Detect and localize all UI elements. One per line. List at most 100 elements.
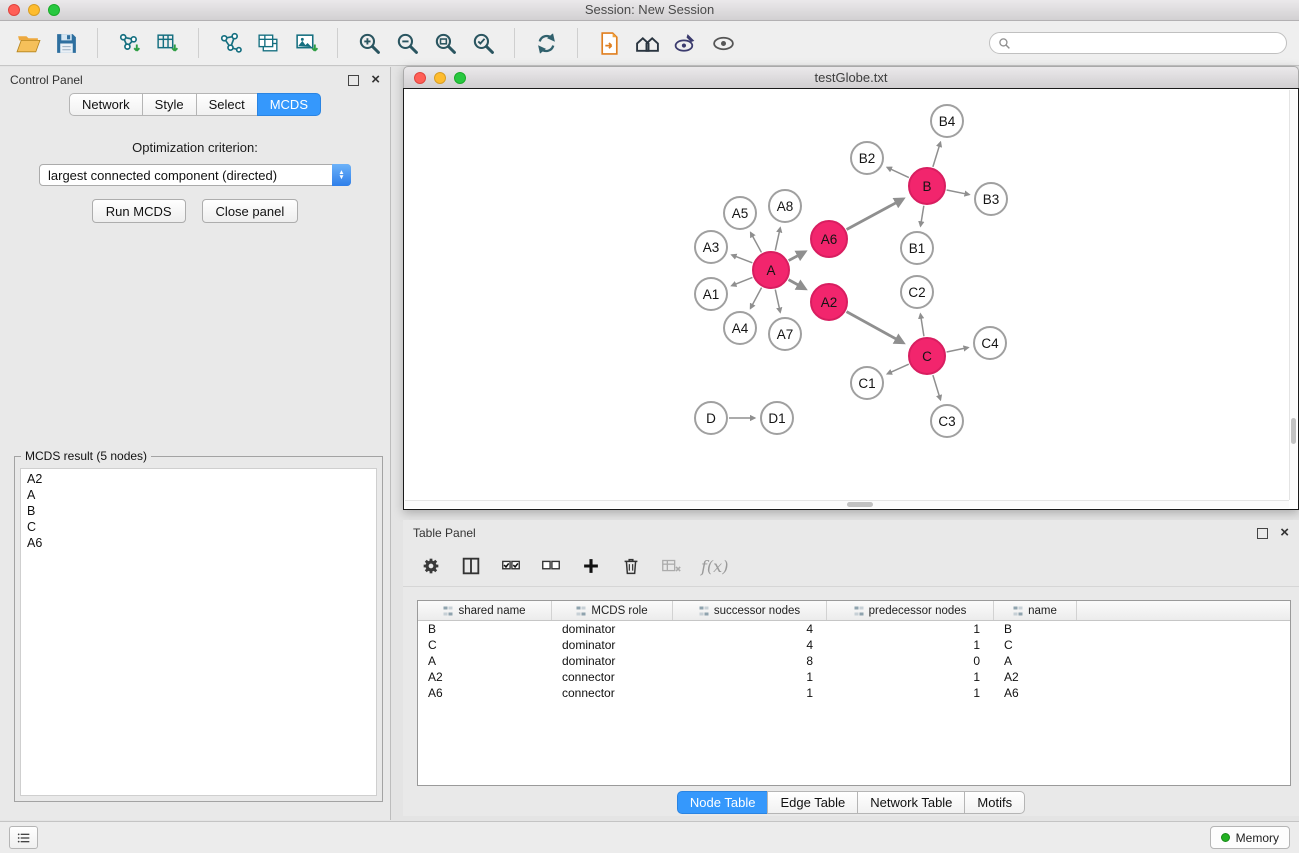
- graph-node-C4[interactable]: C4: [973, 326, 1007, 360]
- column-header-MCDS-role[interactable]: MCDS role: [552, 601, 673, 620]
- graph-node-A5[interactable]: A5: [723, 196, 757, 230]
- mcds-result-item[interactable]: A2: [21, 471, 376, 487]
- fx-icon[interactable]: f(x): [697, 552, 732, 580]
- graph-edge-B-B1[interactable]: [921, 206, 924, 226]
- import-table-icon[interactable]: [151, 27, 183, 59]
- zoom-selected-icon[interactable]: [467, 27, 499, 59]
- graph-node-B[interactable]: B: [908, 167, 946, 205]
- mcds-result-item[interactable]: B: [21, 503, 376, 519]
- graph-node-B1[interactable]: B1: [900, 231, 934, 265]
- graph-node-A6[interactable]: A6: [810, 220, 848, 258]
- graph-edge-A2-C[interactable]: [847, 312, 904, 343]
- table-row[interactable]: A6connector11A6: [418, 685, 1290, 701]
- refresh-icon[interactable]: [530, 27, 562, 59]
- tab-edge-table[interactable]: Edge Table: [767, 791, 858, 814]
- graph-node-A8[interactable]: A8: [768, 189, 802, 223]
- graph-edge-C-C1[interactable]: [887, 364, 908, 374]
- close-table-panel-icon[interactable]: ×: [1280, 528, 1289, 538]
- zoom-in-icon[interactable]: [353, 27, 385, 59]
- mcds-result-item[interactable]: A6: [21, 535, 376, 551]
- graph-edge-C-C2[interactable]: [920, 314, 923, 336]
- tab-mcds[interactable]: MCDS: [257, 93, 321, 116]
- criterion-dropdown[interactable]: largest connected component (directed) ▲…: [39, 164, 351, 186]
- column-header-name[interactable]: name: [994, 601, 1077, 620]
- network-window-titlebar[interactable]: testGlobe.txt: [403, 66, 1299, 88]
- add-row-icon[interactable]: [577, 552, 605, 580]
- clone-network-icon[interactable]: [252, 27, 284, 59]
- gear-icon[interactable]: [417, 552, 445, 580]
- tab-motifs[interactable]: Motifs: [964, 791, 1025, 814]
- tab-network-table[interactable]: Network Table: [857, 791, 965, 814]
- open-file-icon[interactable]: [12, 27, 44, 59]
- mcds-result-item[interactable]: C: [21, 519, 376, 535]
- close-panel-icon[interactable]: ×: [371, 75, 380, 85]
- columns-icon[interactable]: [457, 552, 485, 580]
- mcds-result-list[interactable]: A2ABCA6: [20, 468, 377, 796]
- graph-edge-A-A3[interactable]: [732, 255, 753, 263]
- graph-node-B2[interactable]: B2: [850, 141, 884, 175]
- tab-style[interactable]: Style: [142, 93, 197, 116]
- column-header-shared-name[interactable]: shared name: [418, 601, 552, 620]
- table-row[interactable]: Adominator80A: [418, 653, 1290, 669]
- graph-edge-A-A1[interactable]: [732, 277, 753, 285]
- graph-node-A[interactable]: A: [752, 251, 790, 289]
- tab-select[interactable]: Select: [196, 93, 258, 116]
- tab-network[interactable]: Network: [69, 93, 143, 116]
- graph-node-A3[interactable]: A3: [694, 230, 728, 264]
- vertical-scrollbar[interactable]: [1289, 90, 1297, 500]
- hide-annotations-icon[interactable]: [669, 27, 701, 59]
- zoom-out-icon[interactable]: [391, 27, 423, 59]
- table-row[interactable]: A2connector11A2: [418, 669, 1290, 685]
- save-icon[interactable]: [50, 27, 82, 59]
- graph-node-D1[interactable]: D1: [760, 401, 794, 435]
- home-icon[interactable]: [631, 27, 663, 59]
- run-mcds-button[interactable]: Run MCDS: [92, 199, 186, 223]
- table-row[interactable]: Cdominator41C: [418, 637, 1290, 653]
- graph-edge-A-A6[interactable]: [789, 252, 805, 261]
- graph-edge-C-C3[interactable]: [933, 375, 941, 400]
- select-all-icon[interactable]: [497, 552, 525, 580]
- graph-edge-A-A2[interactable]: [789, 280, 806, 289]
- import-network-icon[interactable]: [113, 27, 145, 59]
- graph-node-D[interactable]: D: [694, 401, 728, 435]
- memory-button[interactable]: Memory: [1210, 826, 1290, 849]
- graph-node-A1[interactable]: A1: [694, 277, 728, 311]
- open-session-icon[interactable]: [593, 27, 625, 59]
- export-image-icon[interactable]: [290, 27, 322, 59]
- graph-edge-A-A5[interactable]: [751, 233, 762, 253]
- task-history-button[interactable]: [9, 826, 38, 849]
- network-canvas[interactable]: B4B2BB3A5A8A6A3AB1A1A2C2A4A7C4CC1DD1C3: [403, 88, 1299, 510]
- graph-node-A2[interactable]: A2: [810, 283, 848, 321]
- graph-edge-C-C4[interactable]: [947, 348, 969, 352]
- graph-edge-A6-B[interactable]: [847, 199, 904, 230]
- graph-node-A7[interactable]: A7: [768, 317, 802, 351]
- graph-edge-B-B4[interactable]: [933, 142, 941, 167]
- tab-node-table[interactable]: Node Table: [677, 791, 769, 814]
- table-row[interactable]: Bdominator41B: [418, 621, 1290, 637]
- graph-node-C1[interactable]: C1: [850, 366, 884, 400]
- graph-edge-A-A8[interactable]: [775, 228, 780, 251]
- search-input[interactable]: [1017, 35, 1278, 51]
- column-header-predecessor-nodes[interactable]: predecessor nodes: [827, 601, 994, 620]
- delete-table-icon[interactable]: [657, 552, 685, 580]
- zoom-fit-icon[interactable]: [429, 27, 461, 59]
- graph-edge-A-A4[interactable]: [751, 288, 762, 309]
- float-table-panel-icon[interactable]: [1257, 528, 1268, 539]
- close-panel-button[interactable]: Close panel: [202, 199, 299, 223]
- graph-node-C[interactable]: C: [908, 337, 946, 375]
- mcds-result-item[interactable]: A: [21, 487, 376, 503]
- graph-edge-B-B3[interactable]: [947, 190, 970, 195]
- graph-node-C2[interactable]: C2: [900, 275, 934, 309]
- column-header-successor-nodes[interactable]: successor nodes: [673, 601, 827, 620]
- graph-node-A4[interactable]: A4: [723, 311, 757, 345]
- graph-node-C3[interactable]: C3: [930, 404, 964, 438]
- graph-edge-A-A7[interactable]: [775, 290, 780, 313]
- graph-edge-B-B2[interactable]: [887, 167, 909, 177]
- deselect-all-icon[interactable]: [537, 552, 565, 580]
- new-network-icon[interactable]: [214, 27, 246, 59]
- horizontal-scrollbar[interactable]: [405, 500, 1289, 508]
- show-details-icon[interactable]: [707, 27, 739, 59]
- delete-row-icon[interactable]: [617, 552, 645, 580]
- search-box[interactable]: [989, 32, 1287, 54]
- float-panel-icon[interactable]: [348, 75, 359, 86]
